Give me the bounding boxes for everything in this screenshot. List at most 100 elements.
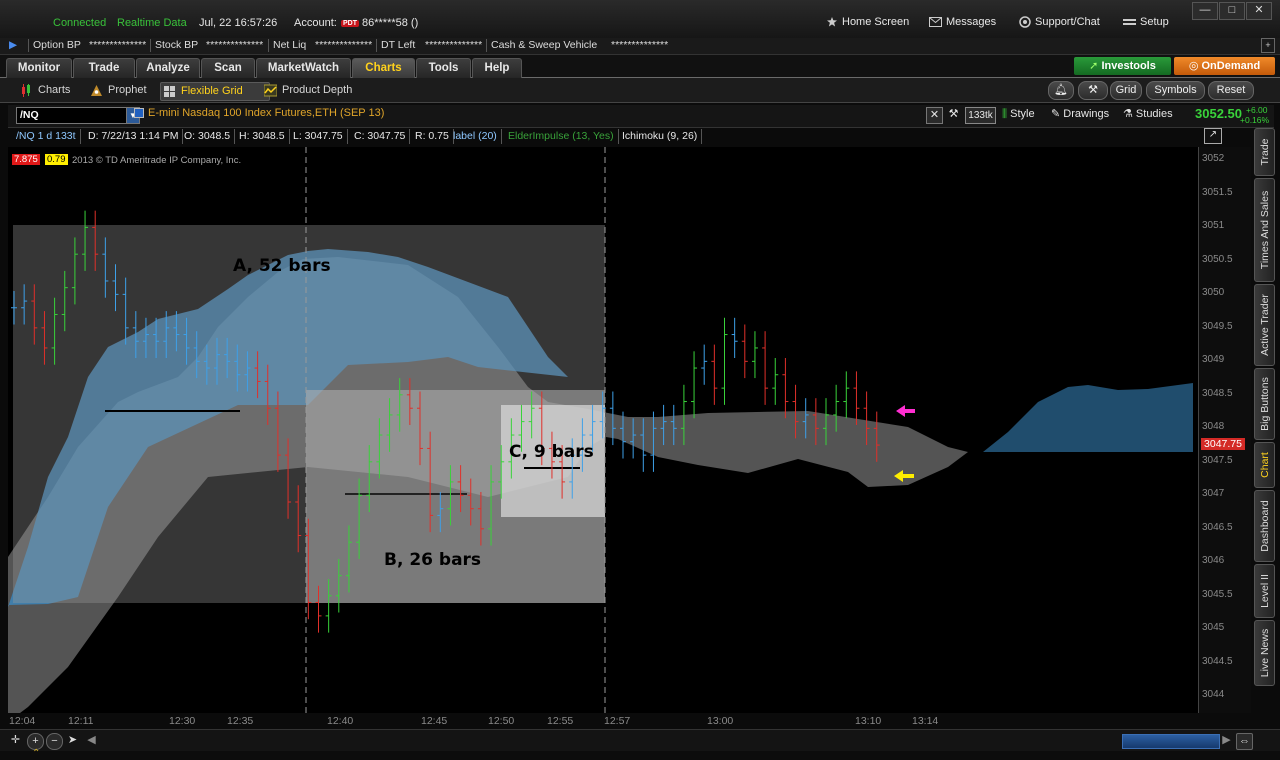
bell-icon: 🔔︎ [1054, 84, 1068, 96]
wrench-button[interactable]: ⚒︎ [1078, 81, 1108, 100]
study-elder-impulse[interactable]: ElderImpulse (13, Yes) [504, 129, 619, 144]
subtab-product-depth-label: Product Depth [282, 84, 353, 96]
chart-header-readout: /NQ 1 d 133t D: 7/22/13 1:14 PM O: 3048.… [8, 128, 1222, 146]
bar-high: H: 3048.5 [235, 129, 290, 144]
reset-button[interactable]: Reset [1208, 81, 1254, 100]
side-tab-active-trader[interactable]: Active Trader [1254, 284, 1275, 366]
symbol-info-icon[interactable] [134, 108, 144, 118]
study-ichimoku[interactable]: Ichimoku (9, 26) [618, 129, 703, 144]
tab-monitor[interactable]: Monitor [6, 58, 72, 78]
maximize-button[interactable]: □ [1219, 2, 1245, 20]
symbol-input[interactable]: /NQ [16, 107, 131, 124]
cursor-icon[interactable]: ➤ [65, 733, 80, 748]
chart-scrollbar[interactable] [1122, 734, 1220, 749]
time-axis[interactable]: 12:04 12:11 12:30 12:35 12:40 12:45 12:50 12:55… [8, 713, 1198, 729]
price-axis[interactable]: 3052 3051.5 3051 3050.5 3050 3049.5 3049 3048.5… [1198, 147, 1251, 713]
home-icon [827, 17, 837, 27]
study-label[interactable]: label (20) [449, 129, 502, 144]
chart-canvas[interactable]: A, 52 bars B, 26 bars C, 9 bars [8, 147, 1198, 713]
minimize-button[interactable]: — [1192, 2, 1218, 20]
side-tab-big-buttons[interactable]: Big Buttons [1254, 368, 1275, 440]
setup-label: Setup [1140, 16, 1169, 28]
annotation-label[interactable]: A, 52 bars [233, 256, 331, 276]
price-tick: 3050.5 [1202, 253, 1233, 265]
bar-range: R: 0.75 [411, 129, 454, 144]
side-tab-trade[interactable]: Trade [1254, 128, 1275, 176]
pan-icon[interactable]: ✛ [8, 733, 23, 748]
subtab-prophet[interactable]: Prophet [88, 82, 170, 99]
time-tick: 12:04 [9, 715, 36, 727]
alert-bell-button[interactable]: 🔔︎ [1048, 81, 1074, 100]
annotation-label[interactable]: C, 9 bars [509, 442, 594, 462]
scroll-left-icon[interactable]: ◀ [84, 733, 99, 748]
connection-status: Connected [53, 17, 107, 29]
style-label: Style [1010, 108, 1035, 120]
subtab-charts[interactable]: Charts [18, 82, 94, 99]
tab-tools[interactable]: Tools [416, 58, 471, 78]
setup-icon [1123, 19, 1136, 25]
close-button[interactable]: ✕ [1246, 2, 1272, 20]
side-tab-level-ii[interactable]: Level II [1254, 564, 1275, 618]
account-label: Account: [294, 17, 337, 29]
scroll-right-icon[interactable]: ▶ [1219, 733, 1234, 748]
time-tick: 13:00 [707, 715, 734, 727]
current-price-tag: 3047.75 [1201, 438, 1245, 451]
expand-icon[interactable]: + [1261, 38, 1275, 53]
price-tick: 3051 [1202, 220, 1225, 232]
time-tick: 12:50 [488, 715, 515, 727]
ondemand-button[interactable]: ◎ OnDemand [1174, 57, 1275, 75]
tab-analyze[interactable]: Analyze [136, 58, 200, 78]
home-screen-link[interactable]: Home Screen [826, 16, 909, 28]
time-tick: 12:35 [227, 715, 254, 727]
subtab-prophet-label: Prophet [108, 84, 147, 96]
time-tick: 12:40 [327, 715, 354, 727]
crosshair-icon[interactable]: ✕ [926, 107, 943, 124]
chart-expand-icon[interactable]: ↗ [1204, 128, 1222, 144]
bar-date: D: 7/22/13 1:14 PM [84, 129, 184, 144]
bar-low: L: 3047.75 [289, 129, 348, 144]
symbol-description: E-mini Nasdaq 100 Index Futures,ETH (SEP… [148, 107, 385, 119]
symbols-button[interactable]: Symbols [1146, 81, 1205, 100]
tab-scan[interactable]: Scan [201, 58, 255, 78]
subtab-charts-label: Charts [38, 84, 71, 96]
grid-button[interactable]: Grid [1110, 81, 1142, 100]
chart-symbol-bar: /NQ ▼ E-mini Nasdaq 100 Index Futures,ET… [8, 105, 1274, 128]
investools-button[interactable]: ➚ Investools [1074, 57, 1171, 75]
collapse-up-icon[interactable]: ⌃ [32, 748, 40, 759]
price-chart[interactable]: A, 52 bars B, 26 bars C, 9 bars 7.875 0.79… [8, 147, 1198, 713]
annotation-label[interactable]: B, 26 bars [384, 550, 481, 570]
style-button[interactable]: ⫼ Style [1002, 107, 1035, 122]
setup-link[interactable]: Setup [1123, 16, 1169, 28]
expand-time-icon[interactable]: ⇔ [1236, 733, 1253, 750]
price-tick: 3045.5 [1202, 588, 1233, 600]
subtab-flexible-grid[interactable]: Flexible Grid [160, 82, 270, 101]
aggregation-button[interactable]: 133tk [965, 107, 996, 124]
side-tab-times-and-sales[interactable]: Times And Sales [1254, 178, 1275, 282]
investools-label: Investools [1101, 60, 1156, 72]
clock: Jul, 22 16:57:26 [199, 17, 278, 29]
tab-marketwatch[interactable]: MarketWatch [256, 58, 351, 78]
subtab-product-depth[interactable]: Product Depth [262, 82, 374, 99]
studies-button[interactable]: ⚗ Studies [1123, 107, 1173, 122]
support-chat-link[interactable]: Support/Chat [1019, 16, 1100, 28]
investools-arrow-icon: ➚ [1089, 60, 1102, 72]
tab-charts[interactable]: Charts [352, 58, 415, 78]
drawings-button[interactable]: ✎ Drawings [1051, 107, 1109, 122]
tab-help[interactable]: Help [472, 58, 522, 78]
price-tick: 3048 [1202, 421, 1225, 433]
side-tab-strip: Trade Times And Sales Active Trader Big … [1254, 128, 1275, 688]
price-tick: 3051.5 [1202, 186, 1233, 198]
price-change-pct: +0.16% [1240, 115, 1270, 125]
dt-left-label: DT Left [381, 39, 416, 51]
tab-trade[interactable]: Trade [73, 58, 135, 78]
zoom-out-icon[interactable]: − [46, 733, 63, 750]
settings-wrench-icon[interactable]: ⚒︎ [946, 107, 961, 122]
messages-link[interactable]: Messages [929, 16, 996, 28]
account-selector[interactable]: PDT 86*****58 () [341, 17, 418, 29]
account-info-icon[interactable]: ▶ [9, 39, 17, 51]
side-tab-dashboard[interactable]: Dashboard [1254, 490, 1275, 562]
side-tab-chart[interactable]: Chart [1254, 442, 1275, 488]
messages-label: Messages [946, 16, 997, 28]
ondemand-label: OnDemand [1201, 60, 1261, 72]
side-tab-live-news[interactable]: Live News [1254, 620, 1275, 686]
